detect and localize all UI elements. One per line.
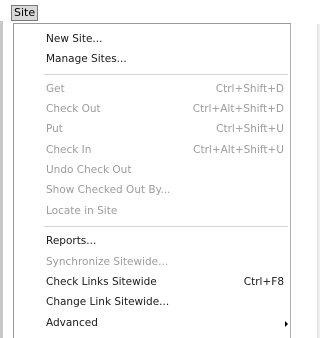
menu-item-check-in[interactable]: Check In Ctrl+Alt+Shift+U bbox=[14, 141, 290, 160]
menu-item-label: Get bbox=[46, 83, 65, 95]
site-menu-title[interactable]: Site bbox=[11, 5, 39, 21]
menu-item-advanced[interactable]: Advanced bbox=[14, 314, 290, 333]
menu-item-label: Check In bbox=[46, 144, 92, 156]
menu-item-label: Check Out bbox=[46, 103, 101, 115]
menu-item-label: Manage Sites... bbox=[46, 53, 127, 65]
menu-item-get[interactable]: Get Ctrl+Shift+D bbox=[14, 80, 290, 99]
menu-item-reports[interactable]: Reports... bbox=[14, 232, 290, 251]
submenu-arrow-icon bbox=[285, 321, 288, 327]
menu-item-synchronize-sitewide[interactable]: Synchronize Sitewide... bbox=[14, 253, 290, 272]
menu-item-shortcut: Ctrl+Shift+D bbox=[215, 83, 284, 95]
menu-item-label: Reports... bbox=[46, 235, 97, 247]
menu-item-undo-check-out[interactable]: Undo Check Out bbox=[14, 161, 290, 180]
menu-item-check-out[interactable]: Check Out Ctrl+Alt+Shift+D bbox=[14, 100, 290, 119]
menu-separator bbox=[44, 74, 288, 75]
menu-item-shortcut: Ctrl+F8 bbox=[243, 276, 284, 288]
menu-separator bbox=[44, 226, 288, 227]
menu-item-check-links-sitewide[interactable]: Check Links Sitewide Ctrl+F8 bbox=[14, 273, 290, 292]
menu-item-label: Advanced bbox=[46, 317, 98, 329]
menu-item-new-site[interactable]: New Site... bbox=[14, 30, 290, 49]
menu-item-label: Check Links Sitewide bbox=[46, 276, 157, 288]
menu-item-show-checked-out-by[interactable]: Show Checked Out By... bbox=[14, 181, 290, 200]
menu-item-shortcut: Ctrl+Shift+U bbox=[216, 123, 284, 135]
menu-item-label: Show Checked Out By... bbox=[46, 184, 171, 196]
menu-item-label: Change Link Sitewide... bbox=[46, 296, 170, 308]
menu-item-put[interactable]: Put Ctrl+Shift+U bbox=[14, 120, 290, 139]
menu-item-shortcut: Ctrl+Alt+Shift+U bbox=[193, 144, 284, 156]
menu-item-label: New Site... bbox=[46, 33, 103, 45]
site-dropdown-menu: New Site... Manage Sites... Get Ctrl+Shi… bbox=[13, 23, 291, 338]
menu-item-label: Locate in Site bbox=[46, 205, 118, 217]
menu-item-label: Put bbox=[46, 123, 63, 135]
menu-item-locate-in-site[interactable]: Locate in Site bbox=[14, 202, 290, 221]
menu-item-shortcut: Ctrl+Alt+Shift+D bbox=[192, 103, 284, 115]
menu-item-label: Undo Check Out bbox=[46, 164, 132, 176]
menu-item-manage-sites[interactable]: Manage Sites... bbox=[14, 50, 290, 69]
menu-bar: Site bbox=[0, 0, 294, 24]
menu-item-label: Synchronize Sitewide... bbox=[46, 256, 169, 268]
menu-item-change-link-sitewide[interactable]: Change Link Sitewide... bbox=[14, 293, 290, 312]
window-edge bbox=[0, 21, 3, 338]
